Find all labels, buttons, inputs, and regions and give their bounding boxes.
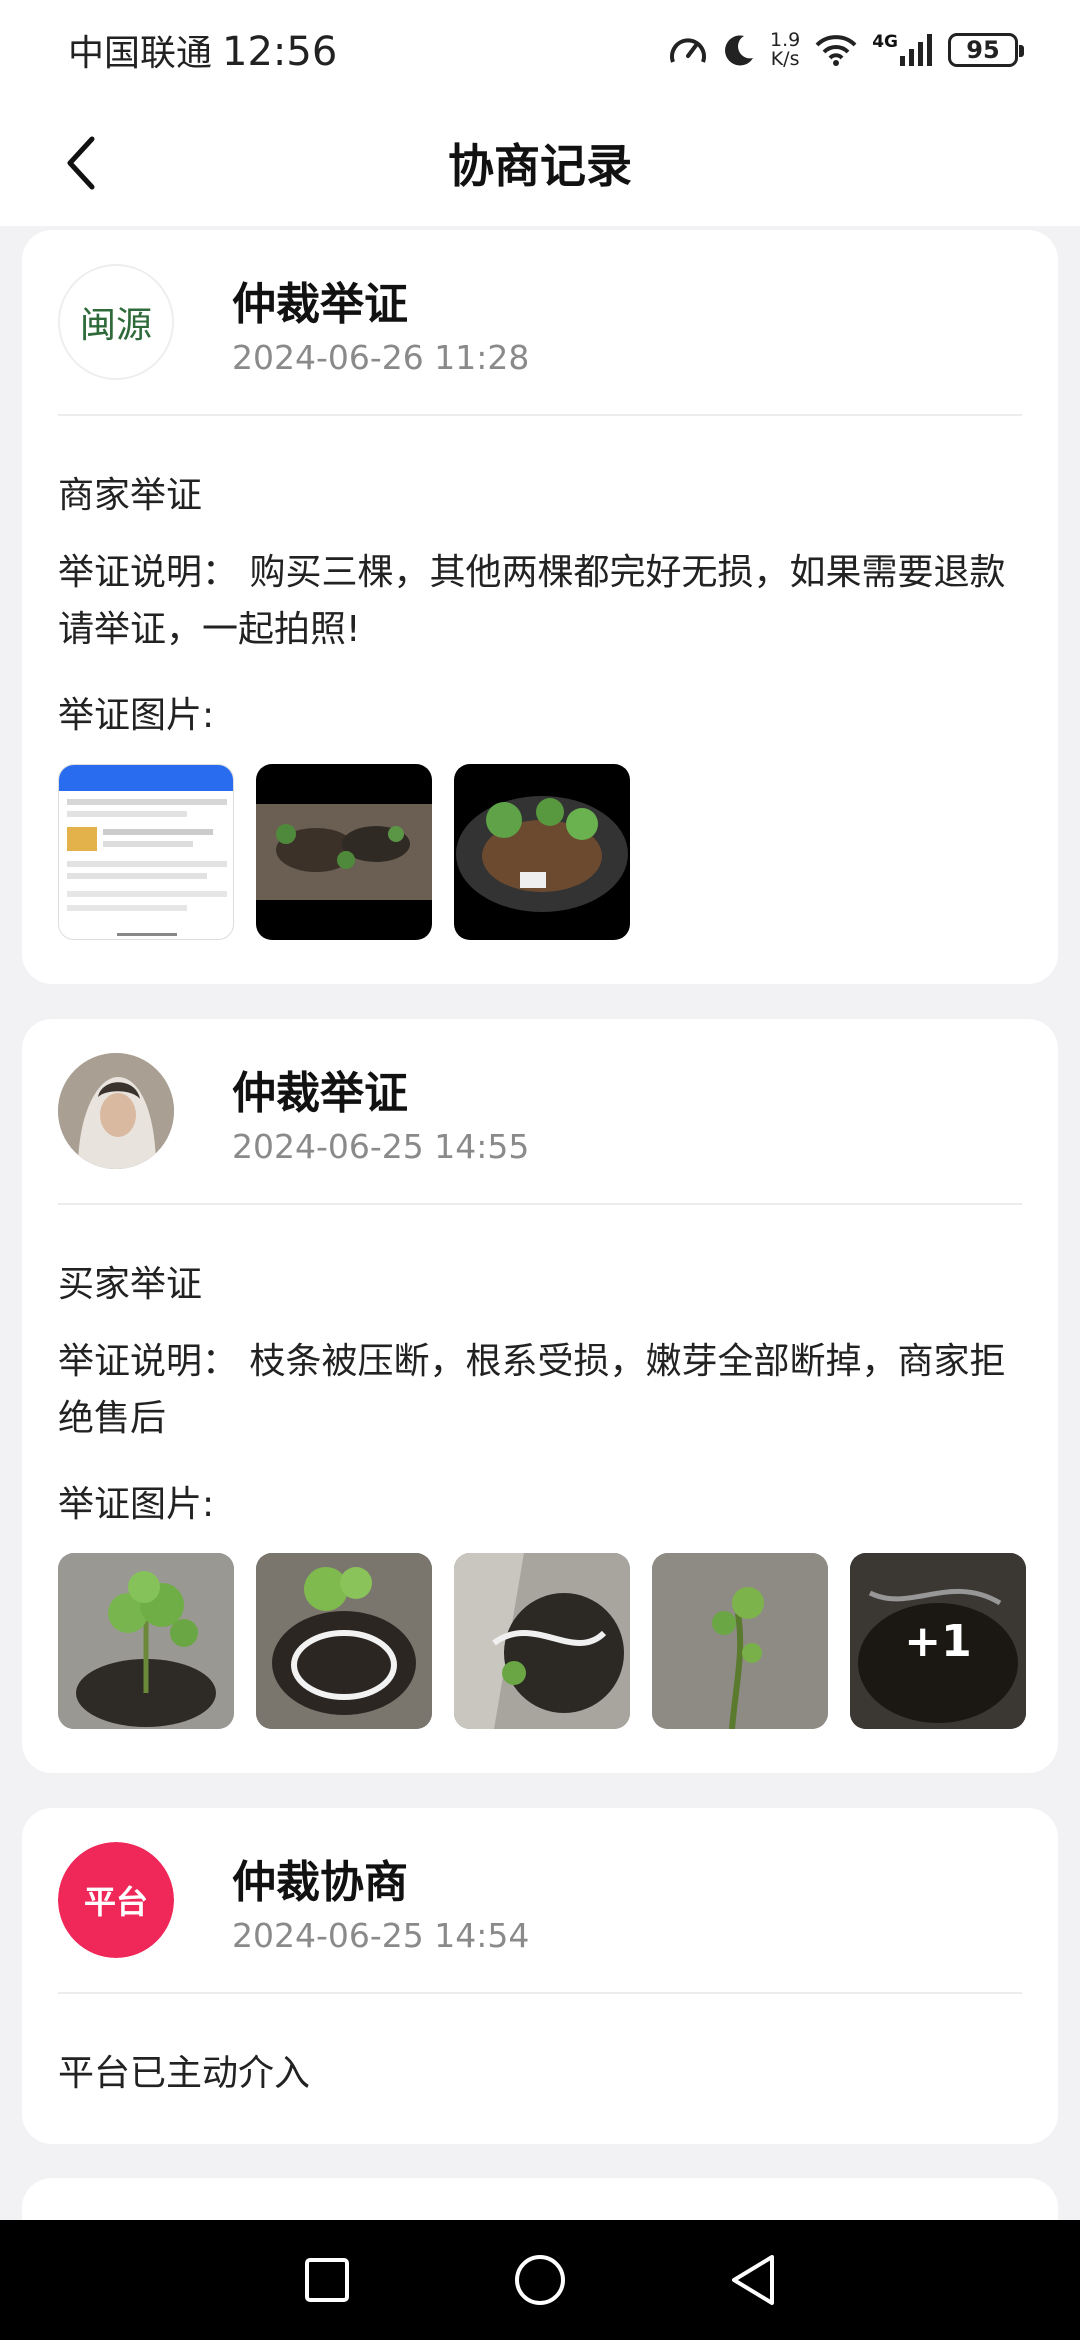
evidence-images-label: 举证图片: (58, 695, 215, 736)
page-title: 协商记录 (448, 139, 632, 193)
back-button[interactable] (50, 128, 110, 198)
moon-icon (722, 33, 756, 67)
square-icon (304, 2258, 349, 2302)
record-card: 仲裁举证 2024-06-25 14:55 买家举证 举证说明： 枝条被压断，根… (22, 1019, 1058, 1773)
wifi-icon (814, 33, 858, 67)
evidence-description: 举证说明： 购买三棵，其他两棵都完好无损，如果需要退款请举证，一起拍照! (58, 552, 1006, 650)
system-nav-bar (0, 2220, 1080, 2340)
evidence-image[interactable] (652, 1553, 828, 1729)
battery-level: 95 (966, 36, 1000, 64)
record-title: 仲裁举证 (232, 1068, 408, 1119)
evidence-role: 买家举证 (58, 1264, 203, 1305)
divider (58, 1992, 1022, 1994)
platform-avatar: 平台 (58, 1842, 174, 1958)
network-type: 4G (872, 32, 898, 52)
record-header: 平台 仲裁协商 2024-06-25 14:54 (58, 1842, 1022, 1962)
status-icons: 1.9 K/s 4G 95 (668, 31, 1024, 69)
record-time: 2024-06-26 11:28 (232, 338, 530, 377)
evidence-image[interactable] (256, 764, 432, 940)
circle-icon (514, 2255, 565, 2305)
record-time: 2024-06-25 14:55 (232, 1127, 530, 1166)
chevron-left-icon (67, 136, 95, 190)
merchant-avatar: 闽源 (58, 264, 174, 380)
status-bar: 中国联通 12:56 1.9 K/s 4G 95 (0, 0, 1080, 100)
evidence-image[interactable] (454, 764, 630, 940)
recents-button[interactable] (297, 2250, 357, 2310)
cellular-signal-icon: 4G (872, 34, 934, 66)
speedometer-icon (668, 32, 708, 68)
more-images-count: +1 (850, 1553, 1026, 1729)
buyer-avatar (58, 1053, 174, 1169)
record-description: 平台已主动介入 (58, 2053, 311, 2094)
app-header: 协商记录 (0, 100, 1080, 226)
platform-badge: 平台 (58, 1842, 174, 1958)
record-card: 平台 仲裁协商 2024-06-25 14:54 平台已主动介入 (22, 1808, 1058, 2144)
evidence-images: +1 (58, 1553, 1026, 1729)
evidence-image[interactable] (58, 1553, 234, 1729)
divider (58, 1203, 1022, 1205)
record-header: 仲裁举证 2024-06-25 14:55 (58, 1053, 1022, 1173)
evidence-image[interactable] (256, 1553, 432, 1729)
carrier-name: 中国联通 (68, 33, 213, 74)
record-title: 仲裁协商 (232, 1857, 408, 1908)
divider (58, 414, 1022, 416)
merchant-logo-text: 闽源 (79, 305, 152, 346)
record-header: 闽源 仲裁举证 2024-06-26 11:28 (58, 264, 1022, 384)
home-button[interactable] (510, 2250, 570, 2310)
net-speed-unit: K/s (770, 48, 800, 70)
record-title: 仲裁举证 (232, 279, 408, 330)
nav-back-button[interactable] (723, 2250, 783, 2310)
record-time: 2024-06-25 14:54 (232, 1916, 530, 1955)
evidence-images-label: 举证图片: (58, 1484, 215, 1525)
net-speed: 1.9 K/s (770, 31, 800, 69)
evidence-description: 举证说明： 枝条被压断，根系受损，嫩芽全部断掉，商家拒绝售后 (58, 1341, 1006, 1439)
triangle-back-icon (732, 2255, 775, 2305)
evidence-image[interactable] (454, 1553, 630, 1729)
evidence-image-more[interactable]: +1 (850, 1553, 1026, 1729)
evidence-images (58, 764, 630, 940)
status-time: 12:56 (222, 29, 338, 75)
evidence-role: 商家举证 (58, 475, 203, 516)
evidence-image[interactable] (58, 764, 234, 940)
status-left: 中国联通 12:56 (68, 24, 337, 76)
battery-indicator: 95 (948, 33, 1024, 67)
record-card: 闽源 仲裁举证 2024-06-26 11:28 商家举证 举证说明： 购买三棵… (22, 230, 1058, 984)
